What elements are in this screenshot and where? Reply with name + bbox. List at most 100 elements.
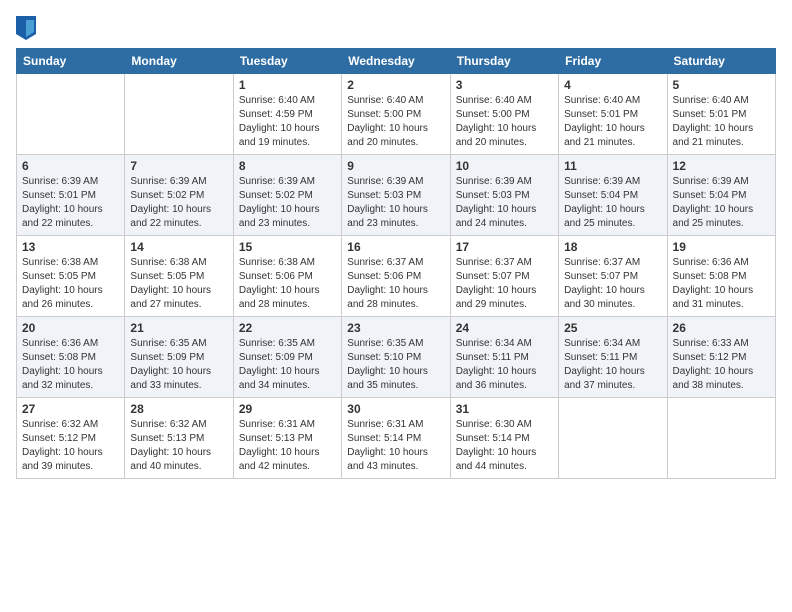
calendar-cell: 19Sunrise: 6:36 AM Sunset: 5:08 PM Dayli… [667, 236, 775, 317]
calendar-cell: 5 Sunrise: 6:40 AM Sunset: 5:01 PM Daylig… [667, 74, 775, 155]
day-number: 18 [564, 240, 661, 254]
day-number: 7 [130, 159, 227, 173]
calendar-cell: 21 Sunrise: 6:35 AM Sunset: 5:09 PM Dayli… [125, 317, 233, 398]
logo-icon [16, 16, 36, 40]
day-number: 11 [564, 159, 661, 173]
calendar-cell: 20 Sunrise: 6:36 AM Sunset: 5:08 PM Dayli… [17, 317, 125, 398]
page-header [16, 16, 776, 40]
day-info: Sunrise: 6:31 AM Sunset: 5:13 PM Dayligh… [239, 418, 336, 474]
day-number: 6 [22, 159, 119, 173]
logo [16, 16, 40, 40]
day-number: 16 [347, 240, 444, 254]
calendar-cell: 13 Sunrise: 6:38 AM Sunset: 5:05 PM Dayli… [17, 236, 125, 317]
day-info: Sunrise: 6:34 AM Sunset: 5:11 PM Dayligh… [456, 337, 553, 393]
day-info: Sunrise: 6:38 AM Sunset: 5:06 PM Dayligh… [239, 256, 336, 312]
calendar-cell: 24 Sunrise: 6:34 AM Sunset: 5:11 PM Dayli… [450, 317, 558, 398]
day-number: 14 [130, 240, 227, 254]
day-number: 31 [456, 402, 553, 416]
calendar-header-tuesday: Tuesday [233, 49, 341, 74]
calendar-cell [559, 398, 667, 479]
day-number: 9 [347, 159, 444, 173]
calendar-cell: 27Sunrise: 6:32 AM Sunset: 5:12 PM Dayli… [17, 398, 125, 479]
day-info: Sunrise: 6:31 AM Sunset: 5:14 PM Dayligh… [347, 418, 444, 474]
day-info: Sunrise: 6:40 AM Sunset: 5:01 PM Dayligh… [564, 94, 661, 150]
day-info: Sunrise: 6:38 AM Sunset: 5:05 PM Dayligh… [22, 256, 119, 312]
calendar-cell [125, 74, 233, 155]
calendar-cell: 2 Sunrise: 6:40 AM Sunset: 5:00 PM Daylig… [342, 74, 450, 155]
calendar-cell: 31 Sunrise: 6:30 AM Sunset: 5:14 PM Dayli… [450, 398, 558, 479]
day-number: 5 [673, 78, 770, 92]
calendar-cell: 23 Sunrise: 6:35 AM Sunset: 5:10 PM Dayli… [342, 317, 450, 398]
calendar-cell: 10Sunrise: 6:39 AM Sunset: 5:03 PM Dayli… [450, 155, 558, 236]
calendar-header-monday: Monday [125, 49, 233, 74]
calendar-cell: 22 Sunrise: 6:35 AM Sunset: 5:09 PM Dayli… [233, 317, 341, 398]
day-info: Sunrise: 6:39 AM Sunset: 5:02 PM Dayligh… [239, 175, 336, 231]
day-info: Sunrise: 6:35 AM Sunset: 5:09 PM Dayligh… [239, 337, 336, 393]
calendar-week-row: 1 Sunrise: 6:40 AM Sunset: 4:59 PM Daylig… [17, 74, 776, 155]
day-number: 28 [130, 402, 227, 416]
day-number: 25 [564, 321, 661, 335]
calendar-week-row: 13 Sunrise: 6:38 AM Sunset: 5:05 PM Dayli… [17, 236, 776, 317]
day-number: 4 [564, 78, 661, 92]
day-number: 26 [673, 321, 770, 335]
calendar-header-row: SundayMondayTuesdayWednesdayThursdayFrid… [17, 49, 776, 74]
day-number: 10 [456, 159, 553, 173]
day-number: 24 [456, 321, 553, 335]
calendar-cell: 29 Sunrise: 6:31 AM Sunset: 5:13 PM Dayli… [233, 398, 341, 479]
calendar-header-saturday: Saturday [667, 49, 775, 74]
calendar-cell: 11 Sunrise: 6:39 AM Sunset: 5:04 PM Dayli… [559, 155, 667, 236]
day-info: Sunrise: 6:39 AM Sunset: 5:04 PM Dayligh… [564, 175, 661, 231]
calendar-cell: 9 Sunrise: 6:39 AM Sunset: 5:03 PM Daylig… [342, 155, 450, 236]
day-info: Sunrise: 6:40 AM Sunset: 5:01 PM Dayligh… [673, 94, 770, 150]
day-info: Sunrise: 6:37 AM Sunset: 5:06 PM Dayligh… [347, 256, 444, 312]
day-number: 23 [347, 321, 444, 335]
day-number: 15 [239, 240, 336, 254]
calendar-cell: 1 Sunrise: 6:40 AM Sunset: 4:59 PM Daylig… [233, 74, 341, 155]
day-info: Sunrise: 6:37 AM Sunset: 5:07 PM Dayligh… [564, 256, 661, 312]
calendar-cell: 30Sunrise: 6:31 AM Sunset: 5:14 PM Dayli… [342, 398, 450, 479]
calendar-header-wednesday: Wednesday [342, 49, 450, 74]
day-info: Sunrise: 6:39 AM Sunset: 5:01 PM Dayligh… [22, 175, 119, 231]
calendar-cell: 16 Sunrise: 6:37 AM Sunset: 5:06 PM Dayli… [342, 236, 450, 317]
day-number: 20 [22, 321, 119, 335]
day-number: 3 [456, 78, 553, 92]
day-info: Sunrise: 6:39 AM Sunset: 5:02 PM Dayligh… [130, 175, 227, 231]
day-number: 13 [22, 240, 119, 254]
calendar-table: SundayMondayTuesdayWednesdayThursdayFrid… [16, 48, 776, 479]
calendar-cell: 3 Sunrise: 6:40 AM Sunset: 5:00 PM Daylig… [450, 74, 558, 155]
calendar-cell: 25 Sunrise: 6:34 AM Sunset: 5:11 PM Dayli… [559, 317, 667, 398]
calendar-header-sunday: Sunday [17, 49, 125, 74]
calendar-week-row: 20 Sunrise: 6:36 AM Sunset: 5:08 PM Dayli… [17, 317, 776, 398]
day-info: Sunrise: 6:40 AM Sunset: 5:00 PM Dayligh… [347, 94, 444, 150]
day-number: 2 [347, 78, 444, 92]
day-info: Sunrise: 6:37 AM Sunset: 5:07 PM Dayligh… [456, 256, 553, 312]
calendar-cell: 8 Sunrise: 6:39 AM Sunset: 5:02 PM Daylig… [233, 155, 341, 236]
day-number: 1 [239, 78, 336, 92]
day-info: Sunrise: 6:36 AM Sunset: 5:08 PM Dayligh… [22, 337, 119, 393]
day-number: 21 [130, 321, 227, 335]
day-info: Sunrise: 6:32 AM Sunset: 5:13 PM Dayligh… [130, 418, 227, 474]
calendar-cell [17, 74, 125, 155]
day-info: Sunrise: 6:36 AM Sunset: 5:08 PM Dayligh… [673, 256, 770, 312]
day-info: Sunrise: 6:35 AM Sunset: 5:09 PM Dayligh… [130, 337, 227, 393]
day-info: Sunrise: 6:38 AM Sunset: 5:05 PM Dayligh… [130, 256, 227, 312]
calendar-cell: 4 Sunrise: 6:40 AM Sunset: 5:01 PM Daylig… [559, 74, 667, 155]
day-number: 8 [239, 159, 336, 173]
day-info: Sunrise: 6:35 AM Sunset: 5:10 PM Dayligh… [347, 337, 444, 393]
day-number: 17 [456, 240, 553, 254]
day-info: Sunrise: 6:39 AM Sunset: 5:04 PM Dayligh… [673, 175, 770, 231]
day-number: 29 [239, 402, 336, 416]
day-number: 22 [239, 321, 336, 335]
day-info: Sunrise: 6:30 AM Sunset: 5:14 PM Dayligh… [456, 418, 553, 474]
calendar-cell: 7 Sunrise: 6:39 AM Sunset: 5:02 PM Daylig… [125, 155, 233, 236]
day-info: Sunrise: 6:40 AM Sunset: 5:00 PM Dayligh… [456, 94, 553, 150]
calendar-cell: 17 Sunrise: 6:37 AM Sunset: 5:07 PM Dayli… [450, 236, 558, 317]
calendar-cell: 12Sunrise: 6:39 AM Sunset: 5:04 PM Dayli… [667, 155, 775, 236]
calendar-week-row: 6 Sunrise: 6:39 AM Sunset: 5:01 PM Daylig… [17, 155, 776, 236]
day-info: Sunrise: 6:39 AM Sunset: 5:03 PM Dayligh… [347, 175, 444, 231]
day-number: 27 [22, 402, 119, 416]
calendar-header-friday: Friday [559, 49, 667, 74]
calendar-header-thursday: Thursday [450, 49, 558, 74]
day-info: Sunrise: 6:34 AM Sunset: 5:11 PM Dayligh… [564, 337, 661, 393]
day-info: Sunrise: 6:40 AM Sunset: 4:59 PM Dayligh… [239, 94, 336, 150]
